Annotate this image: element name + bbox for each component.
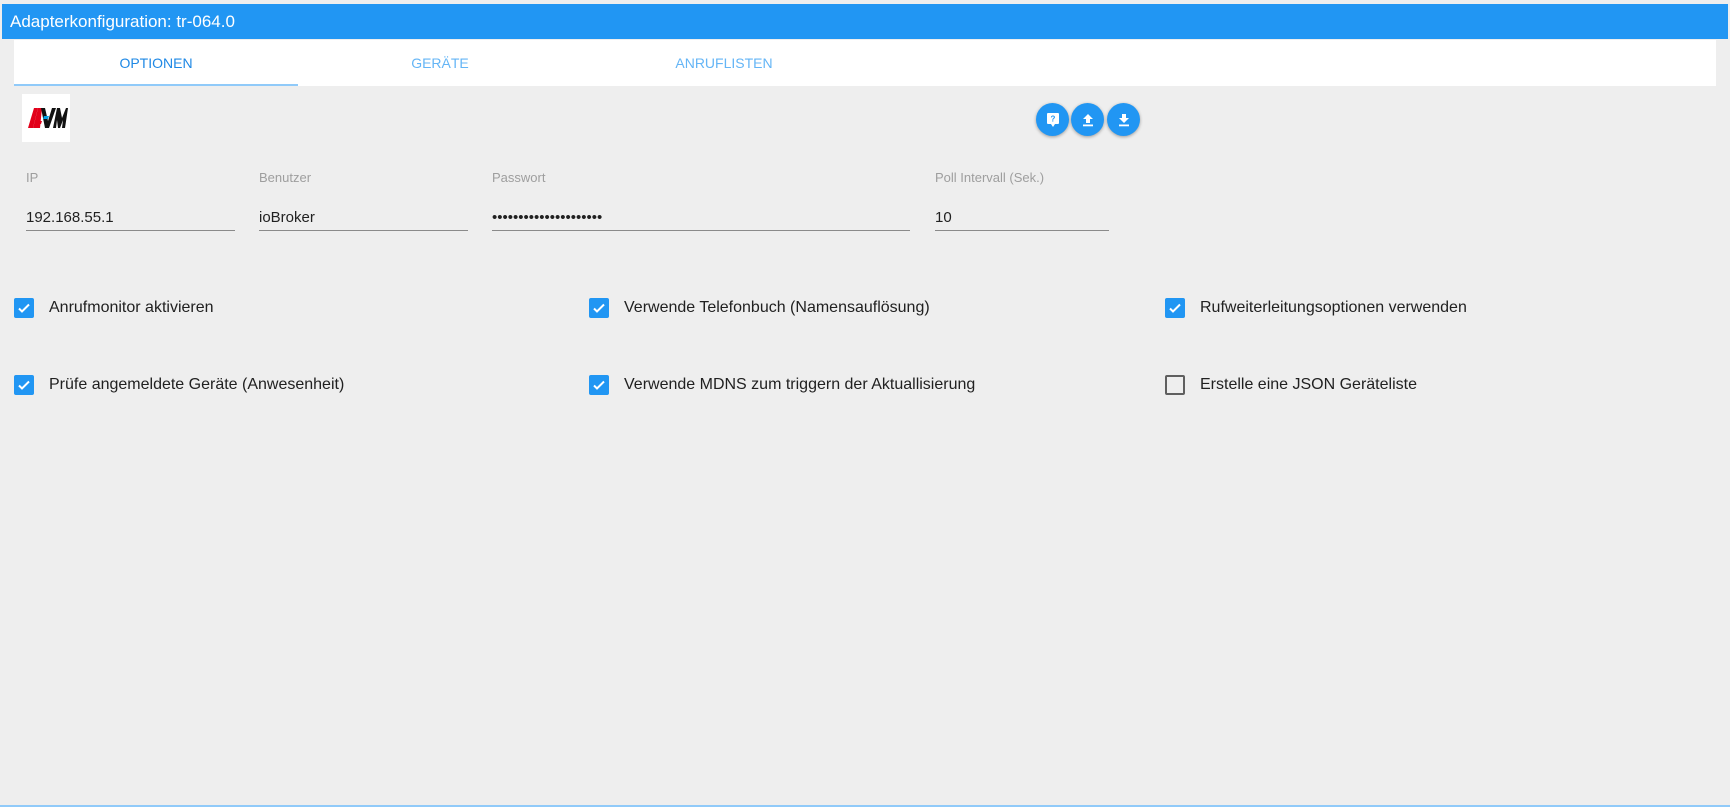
checkbox-label: Rufweiterleitungsoptionen verwenden bbox=[1200, 299, 1467, 316]
avm-logo bbox=[22, 94, 70, 142]
ip-input[interactable] bbox=[26, 204, 235, 231]
ip-label: IP bbox=[26, 170, 39, 185]
active-tab-indicator bbox=[14, 84, 298, 86]
tab-bar: OPTIONEN GERÄTE ANRUFLISTEN bbox=[14, 40, 1716, 86]
tab-optionen[interactable]: OPTIONEN bbox=[14, 40, 298, 86]
poll-interval-input[interactable] bbox=[935, 204, 1109, 231]
checkbox-label: Verwende MDNS zum triggern der Aktuallis… bbox=[624, 376, 976, 393]
ip-field: IP bbox=[26, 170, 235, 236]
upload-icon bbox=[1082, 113, 1093, 126]
checkbox-checked-icon bbox=[14, 375, 34, 395]
svg-text:?: ? bbox=[1050, 114, 1055, 123]
checkbox-label: Erstelle eine JSON Geräteliste bbox=[1200, 376, 1417, 393]
checkbox-checked-icon bbox=[589, 375, 609, 395]
download-button[interactable] bbox=[1107, 103, 1140, 136]
window-title: Adapterkonfiguration: tr-064.0 bbox=[2, 4, 1728, 39]
user-input[interactable] bbox=[259, 204, 468, 231]
checkbox-checked-icon bbox=[589, 298, 609, 318]
password-label: Passwort bbox=[492, 170, 546, 185]
config-window: Adapterkonfiguration: tr-064.0 OPTIONEN … bbox=[0, 0, 1730, 807]
checkbox-checked-icon bbox=[14, 298, 34, 318]
poll-interval-label: Poll Intervall (Sek.) bbox=[935, 170, 1045, 185]
checkbox-json-geraeteliste[interactable]: Erstelle eine JSON Geräteliste bbox=[1165, 373, 1417, 397]
user-label: Benutzer bbox=[259, 170, 312, 185]
tab-anruflisten[interactable]: ANRUFLISTEN bbox=[582, 40, 866, 86]
checkbox-mdns[interactable]: Verwende MDNS zum triggern der Aktuallis… bbox=[589, 373, 975, 397]
checkbox-anrufmonitor[interactable]: Anrufmonitor aktivieren bbox=[14, 296, 214, 320]
checkbox-label: Anrufmonitor aktivieren bbox=[49, 299, 214, 316]
checkbox-rufweiterleitung[interactable]: Rufweiterleitungsoptionen verwenden bbox=[1165, 296, 1467, 320]
help-button[interactable]: ? bbox=[1036, 103, 1069, 136]
password-input[interactable] bbox=[492, 204, 910, 231]
help-icon: ? bbox=[1046, 112, 1059, 127]
user-field: Benutzer bbox=[259, 170, 468, 236]
checkbox-label: Verwende Telefonbuch (Namensauflösung) bbox=[624, 299, 930, 316]
checkbox-unchecked-icon bbox=[1165, 375, 1185, 395]
poll-interval-field: Poll Intervall (Sek.) bbox=[935, 170, 1109, 236]
password-field: Passwort bbox=[492, 170, 910, 236]
tab-geraete[interactable]: GERÄTE bbox=[298, 40, 582, 86]
checkbox-telefonbuch[interactable]: Verwende Telefonbuch (Namensauflösung) bbox=[589, 296, 930, 320]
upload-button[interactable] bbox=[1071, 103, 1104, 136]
checkbox-anwesenheit[interactable]: Prüfe angemeldete Geräte (Anwesenheit) bbox=[14, 373, 344, 397]
checkbox-checked-icon bbox=[1165, 298, 1185, 318]
download-icon bbox=[1118, 113, 1129, 126]
checkbox-label: Prüfe angemeldete Geräte (Anwesenheit) bbox=[49, 376, 345, 393]
